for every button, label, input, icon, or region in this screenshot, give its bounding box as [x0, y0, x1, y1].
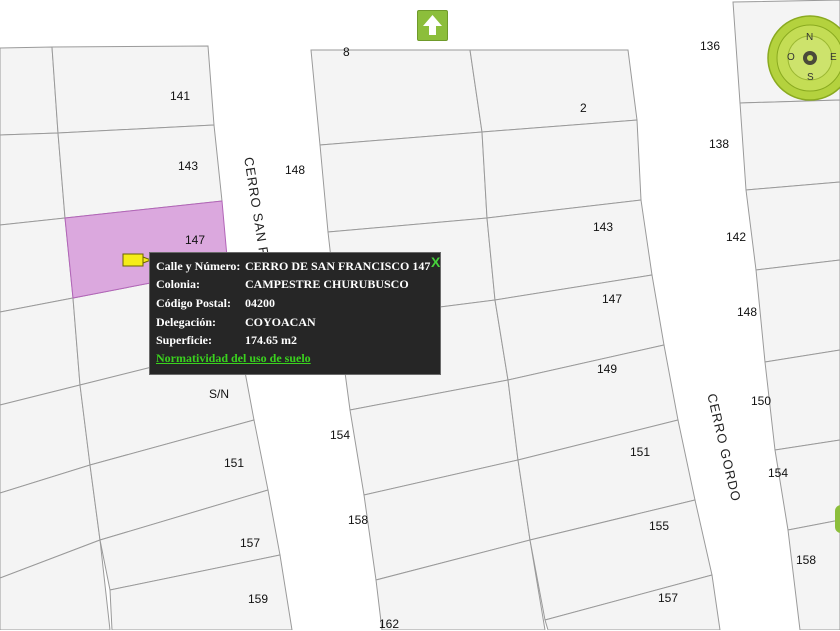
parcel-info-popup: Calle y Número: CERRO DE SAN FRANCISCO 1…: [149, 252, 441, 375]
field-value: CAMPESTRE CHURUBUSCO: [245, 277, 409, 291]
lot-number: 148: [285, 163, 306, 177]
lot-number: 154: [330, 428, 351, 442]
lot-number: 151: [224, 456, 245, 470]
lot-number: 143: [593, 220, 614, 234]
field-label: Código Postal:: [156, 296, 231, 310]
lot-number: 149: [597, 362, 618, 376]
parcel: [787, 519, 840, 630]
lot-number: 142: [726, 230, 747, 244]
parcel: [0, 217, 74, 313]
parcel: [745, 181, 840, 271]
north-up-button[interactable]: [417, 10, 448, 41]
lot-number: 138: [709, 137, 730, 151]
field-value: COYOACAN: [245, 315, 316, 329]
lot-number: 151: [630, 445, 651, 459]
lot-number: 2: [580, 101, 587, 115]
lot-number: 155: [649, 519, 670, 533]
lot-number: 8: [343, 45, 350, 59]
parcel: [310, 49, 483, 146]
parcel: [319, 131, 488, 233]
field-value: 04200: [245, 296, 275, 310]
lot-number: 157: [240, 536, 261, 550]
parcel: [0, 132, 66, 226]
lot-number: 158: [348, 513, 369, 527]
parcel: [774, 439, 840, 531]
lot-number: 143: [178, 159, 199, 173]
lot-number: 157: [658, 591, 679, 605]
compass-s-label: S: [807, 72, 814, 83]
lot-number: 162: [379, 617, 400, 631]
lot-number: 147: [185, 233, 206, 247]
north-arrow-icon: [423, 15, 442, 35]
parcel: [755, 259, 840, 363]
lot-number: 159: [248, 592, 269, 606]
compass-e-label: E: [830, 52, 837, 63]
field-label: Superficie:: [156, 333, 212, 347]
field-label: Colonia:: [156, 277, 201, 291]
field-label: Delegación:: [156, 315, 216, 329]
lot-number: 147: [602, 292, 623, 306]
field-value: CERRO DE SAN FRANCISCO 147: [245, 259, 431, 273]
land-use-link[interactable]: Normatividad del uso de suelo: [156, 351, 311, 366]
parcel: [764, 349, 840, 451]
location-marker-icon[interactable]: [122, 253, 153, 267]
lot-number: 136: [700, 39, 721, 53]
lot-number: S/N: [209, 387, 230, 401]
compass-widget[interactable]: N S E O: [767, 15, 840, 101]
lot-number: 148: [737, 305, 758, 319]
lot-number: 141: [170, 89, 191, 103]
close-button[interactable]: X: [431, 254, 440, 270]
parcel: [0, 46, 59, 136]
side-panel-tab[interactable]: [835, 505, 840, 533]
lot-number: 150: [751, 394, 772, 408]
compass-o-label: O: [787, 52, 795, 63]
field-value: 174.65 m2: [245, 333, 297, 347]
lot-number: 154: [768, 466, 789, 480]
parcel: [469, 49, 638, 133]
compass-n-label: N: [806, 32, 814, 43]
lot-number: 158: [796, 553, 817, 567]
field-label: Calle y Número:: [156, 259, 241, 273]
parcel: [739, 99, 840, 191]
